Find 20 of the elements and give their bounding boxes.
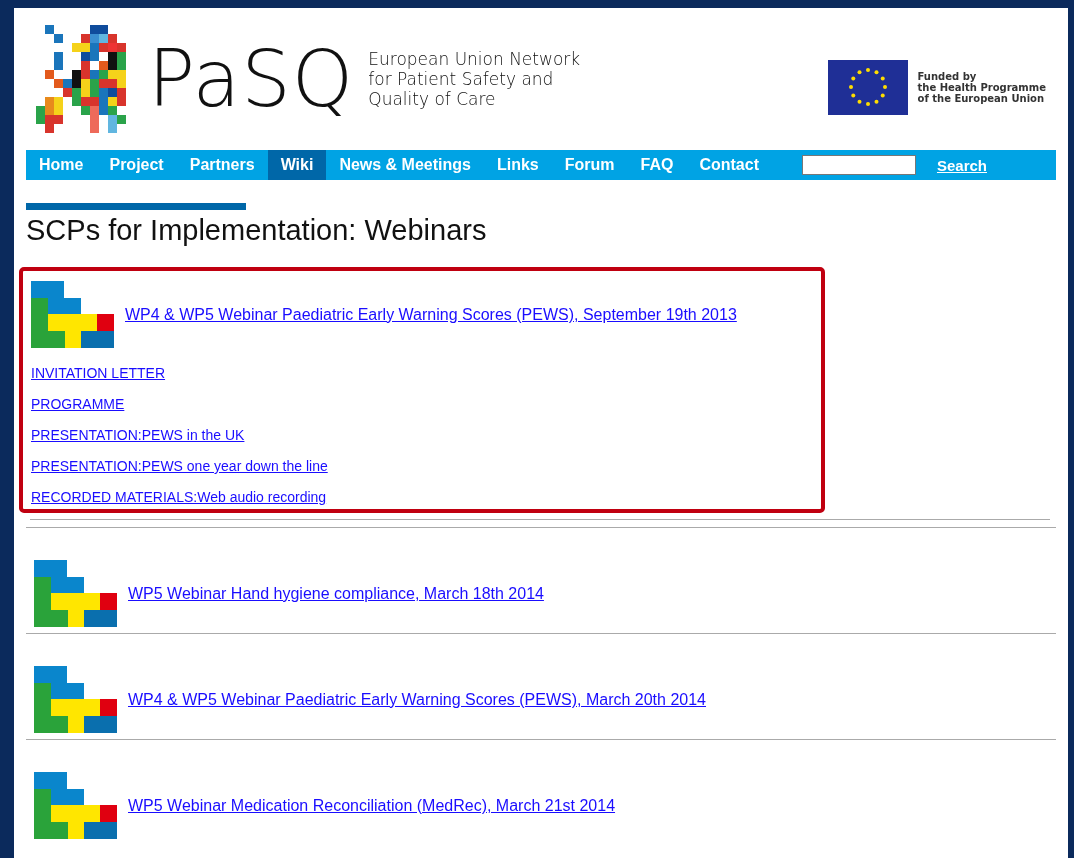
webinar-icon	[34, 772, 117, 839]
webinar-icon	[34, 666, 117, 733]
material-link[interactable]: RECORDED MATERIALS:Web audio recording	[31, 489, 327, 505]
page-title: SCPs for Implementation: Webinars	[26, 214, 488, 247]
webinar-link[interactable]: WP4 & WP5 Webinar Paediatric Early Warning Scores (PEWS), September 19th 2013	[125, 305, 737, 324]
tagline: European Union Network for Patient Safety and Quality of Care	[368, 49, 581, 109]
logo-text: PaSQ	[148, 34, 355, 124]
material-link[interactable]: PRESENTATION:PEWS in the UK	[31, 427, 245, 443]
material-link[interactable]: PROGRAMME	[31, 396, 125, 412]
search-field[interactable]	[801, 155, 916, 175]
flag-icon	[827, 59, 908, 115]
webinar-link[interactable]: WP5 Webinar Medication Reconciliation (MedRec), March 21st 2014	[128, 796, 616, 815]
material-link[interactable]: PRESENTATION:PEWS one year down the line	[31, 458, 328, 474]
webinar-link[interactable]: WP4 & WP5 Webinar Paediatric Early Warning Scores (PEWS), March 20th 2014	[128, 690, 706, 709]
webinar-link[interactable]: WP5 Webinar Hand hygiene compliance, March 18th 2014	[128, 584, 544, 603]
material-link[interactable]: INVITATION LETTER	[31, 365, 166, 381]
funding-text: Funded by the Health Programme of the European Union	[917, 70, 1046, 104]
webinar-icon	[34, 560, 117, 627]
webinar-icon	[31, 281, 114, 348]
nav-item[interactable]: Wiki	[267, 150, 327, 180]
